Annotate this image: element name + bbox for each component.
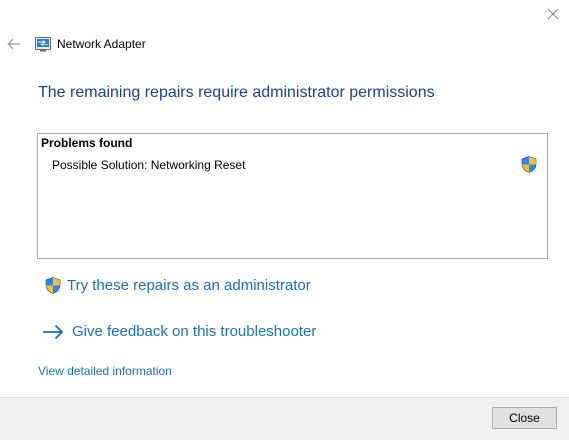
- view-detailed-information-link[interactable]: View detailed information: [38, 364, 172, 378]
- footer-bar: Close: [0, 397, 569, 440]
- uac-shield-icon: [45, 277, 61, 294]
- run-as-admin-link[interactable]: Try these repairs as an administrator: [45, 277, 311, 294]
- arrow-right-icon: [42, 324, 64, 340]
- problem-item-label: Possible Solution: Networking Reset: [52, 158, 246, 172]
- window-title: Network Adapter: [57, 37, 146, 51]
- problems-found-box: Problems found Possible Solution: Networ…: [37, 133, 548, 259]
- run-as-admin-label: Try these repairs as an administrator: [67, 277, 311, 294]
- page-heading: The remaining repairs require administra…: [38, 84, 435, 101]
- problems-found-title: Problems found: [41, 136, 133, 150]
- give-feedback-link[interactable]: Give feedback on this troubleshooter: [42, 323, 316, 340]
- close-icon[interactable]: [544, 5, 562, 23]
- problem-item[interactable]: Possible Solution: Networking Reset: [38, 154, 547, 176]
- back-arrow-icon[interactable]: [4, 34, 24, 54]
- network-adapter-icon: [35, 36, 51, 52]
- close-button[interactable]: Close: [492, 407, 557, 429]
- uac-shield-icon: [521, 156, 537, 173]
- give-feedback-label: Give feedback on this troubleshooter: [72, 323, 317, 340]
